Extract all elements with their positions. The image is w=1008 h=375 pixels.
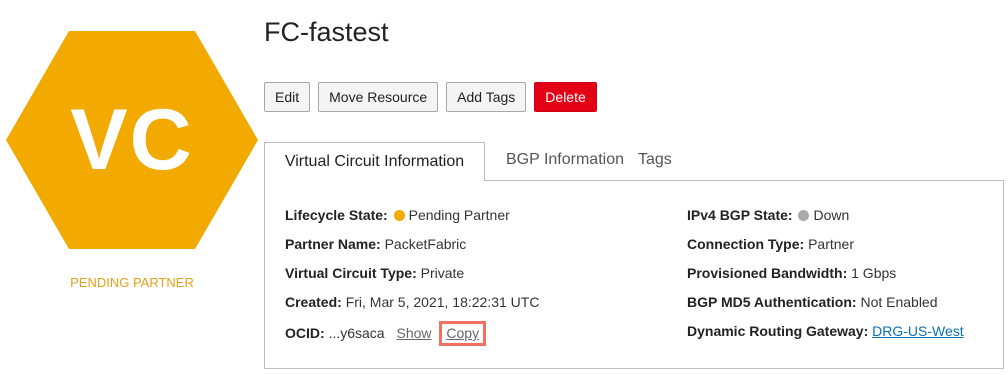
created-value: Fri, Mar 5, 2021, 18:22:31 UTC — [345, 294, 540, 310]
ipv4-bgp-state-value: Down — [813, 207, 850, 223]
bgp-md5-value: Not Enabled — [860, 294, 938, 310]
edit-button[interactable]: Edit — [264, 82, 311, 112]
bgp-md5-label: BGP MD5 Authentication: — [687, 294, 857, 310]
add-tags-button[interactable]: Add Tags — [446, 82, 527, 112]
partner-name-value: PacketFabric — [384, 236, 467, 252]
connection-type-row: Connection Type: Partner — [687, 236, 854, 252]
ocid-show-link[interactable]: Show — [396, 325, 431, 341]
resource-badge: VC — [6, 31, 258, 249]
move-resource-button[interactable]: Move Resource — [318, 82, 439, 112]
tab-tags[interactable]: Tags — [638, 151, 672, 169]
action-bar: Edit Move Resource Add Tags Delete — [264, 82, 597, 112]
ocid-row: OCID: ...y6saca Show Copy — [285, 321, 487, 346]
connection-type-value: Partner — [808, 236, 854, 252]
partner-name-row: Partner Name: PacketFabric — [285, 236, 466, 252]
drg-link[interactable]: DRG-US-West — [872, 323, 964, 339]
circuit-type-row: Virtual Circuit Type: Private — [285, 265, 464, 281]
provisioned-bandwidth-label: Provisioned Bandwidth: — [687, 265, 848, 281]
partner-name-label: Partner Name: — [285, 236, 381, 252]
tab-virtual-circuit-information[interactable]: Virtual Circuit Information — [264, 142, 485, 181]
ocid-label: OCID: — [285, 325, 325, 341]
ocid-value: ...y6saca — [328, 325, 385, 341]
page-title: FC-fastest — [264, 17, 389, 47]
provisioned-bandwidth-value: 1 Gbps — [851, 265, 897, 281]
lifecycle-state-row: Lifecycle State: Pending Partner — [285, 207, 510, 223]
circuit-type-label: Virtual Circuit Type: — [285, 265, 417, 281]
drg-row: Dynamic Routing Gateway: DRG-US-West — [687, 323, 964, 339]
delete-button[interactable]: Delete — [534, 82, 597, 112]
created-label: Created: — [285, 294, 342, 310]
lifecycle-state-value: Pending Partner — [408, 207, 510, 223]
ipv4-bgp-state-label: IPv4 BGP State: — [687, 207, 793, 223]
drg-label: Dynamic Routing Gateway: — [687, 323, 869, 339]
badge-text: VC — [70, 91, 194, 188]
bgp-md5-row: BGP MD5 Authentication: Not Enabled — [687, 294, 938, 310]
lifecycle-state-label: Lifecycle State: — [285, 207, 388, 223]
status-dot-icon — [393, 210, 405, 221]
ocid-copy-highlight: Copy — [439, 321, 487, 346]
ocid-copy-link[interactable]: Copy — [446, 325, 479, 341]
status-dot-icon — [798, 210, 810, 221]
ipv4-bgp-state-row: IPv4 BGP State: Down — [687, 207, 849, 223]
provisioned-bandwidth-row: Provisioned Bandwidth: 1 Gbps — [687, 265, 896, 281]
circuit-type-value: Private — [420, 265, 465, 281]
info-panel: Lifecycle State: Pending Partner Partner… — [264, 180, 1004, 369]
connection-type-label: Connection Type: — [687, 236, 805, 252]
created-row: Created: Fri, Mar 5, 2021, 18:22:31 UTC — [285, 294, 539, 310]
tab-bgp-information[interactable]: BGP Information — [506, 151, 624, 169]
status-caption: PENDING PARTNER — [70, 275, 194, 290]
